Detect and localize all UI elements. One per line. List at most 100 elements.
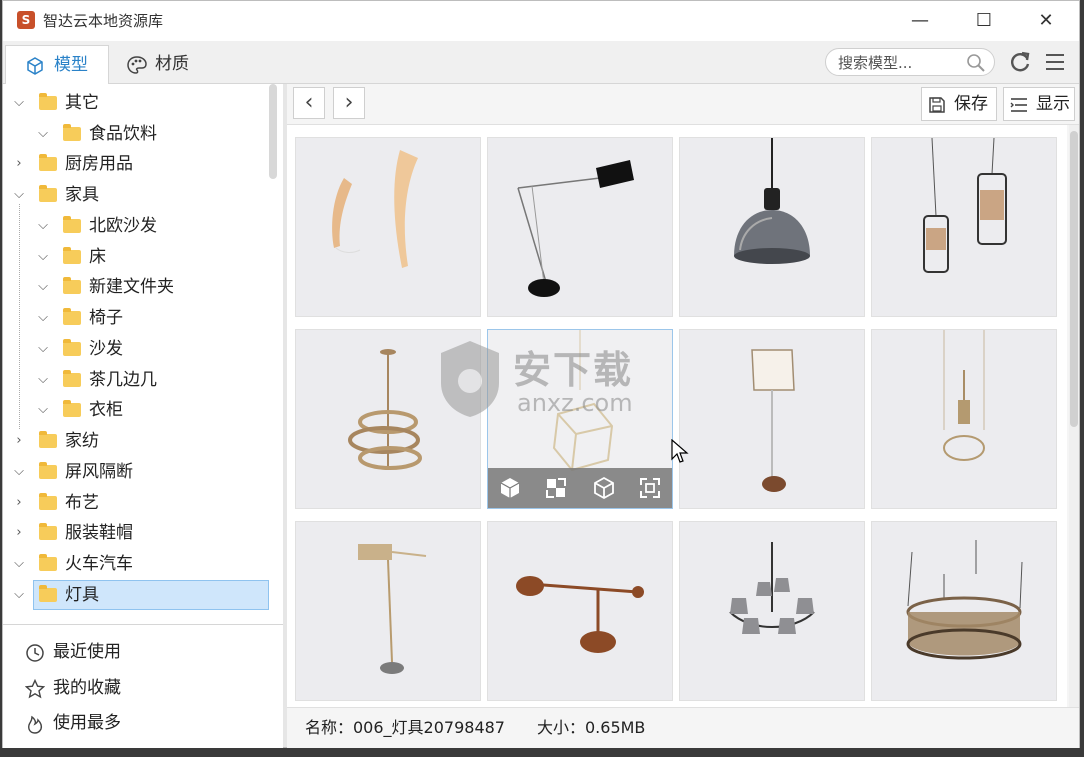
thumbnail-card[interactable] [295,521,481,701]
tree-item-furniture[interactable]: ⌵ 家具 [3,180,269,210]
tree-item-wardrobe[interactable]: ⌵ 衣柜 [3,395,269,425]
chevron-down-icon[interactable]: ⌵ [11,549,27,579]
app-logo-icon: S [17,11,35,29]
search-icon[interactable] [966,53,986,73]
clock-icon [26,644,44,662]
tree-item-label: 食品饮料 [89,124,157,144]
star-icon [25,679,45,699]
thumbnail-card[interactable] [871,137,1057,317]
chevron-right-icon[interactable]: › [11,518,27,548]
tree-item-vehicles[interactable]: ⌵ 火车汽车 [3,549,269,579]
model-thumbnail-drum-pendant [906,540,1023,660]
tree-item-kitchen[interactable]: › 厨房用品 [3,149,269,179]
chevron-down-icon[interactable]: ⌵ [35,395,51,425]
thumbnail-card[interactable] [295,137,481,317]
most-used-label: 使用最多 [53,713,121,733]
model-thumbnail-dome-pendant [734,138,810,264]
status-bar: 名称：006_灯具20798487 大小：0.65MB [287,707,1079,748]
chevron-down-icon[interactable]: ⌵ [35,242,51,272]
minimize-button[interactable]: — [897,5,943,37]
tree-item-label: 家具 [65,185,99,205]
thumbnail-card[interactable] [487,137,673,317]
window-title: 智达云本地资源库 [43,12,164,30]
tab-model[interactable]: 模型 [5,45,109,84]
selected-model-size: 大小：0.65MB [537,718,646,737]
search-input[interactable] [836,52,968,74]
chevron-down-icon[interactable]: ⌵ [11,88,27,118]
close-button[interactable]: ✕ [1023,5,1069,37]
chevron-down-icon[interactable]: ⌵ [11,457,27,487]
chevron-down-icon[interactable]: ⌵ [35,119,51,149]
tree-item-chair[interactable]: ⌵ 椅子 [3,303,269,333]
chevron-right-icon[interactable]: › [11,149,27,179]
tab-material[interactable]: 材质 [115,45,215,83]
tree-item-nordic-sofa[interactable]: ⌵ 北欧沙发 [3,211,269,241]
chevron-down-icon[interactable]: ⌵ [11,180,27,210]
save-button[interactable]: 保存 [921,87,997,121]
watermark-subtitle: anxz.com [517,389,633,417]
list-settings-icon [1010,98,1027,112]
tree-item-lighting[interactable]: ⌵ 灯具 [3,580,269,610]
chevron-down-icon[interactable]: ⌵ [35,365,51,395]
cube-solid-icon[interactable] [498,476,522,500]
folder-icon [63,277,81,294]
menu-icon[interactable] [1043,50,1067,74]
cube-icon [27,57,43,75]
replace-icon[interactable] [544,476,568,500]
tree-item-label: 布艺 [65,493,99,513]
tree-scrollbar[interactable] [269,84,277,179]
quick-links: 最近使用 我的收藏 使用最多 [3,624,283,748]
folder-icon [63,124,81,141]
maximize-button[interactable]: ☐ [961,5,1007,37]
tree-item-sofa[interactable]: ⌵ 沙发 [3,334,269,364]
tree-item-qita[interactable]: ⌵ 其它 [3,88,269,118]
thumbnail-card[interactable] [487,521,673,701]
chevron-down-icon[interactable]: ⌵ [35,334,51,364]
tree-item-tea-table[interactable]: ⌵ 茶几边几 [3,365,269,395]
tree-item-screens[interactable]: ⌵ 屏风隔断 [3,457,269,487]
chevron-right-icon[interactable]: › [11,488,27,518]
model-thumbnail-cord-pendant [943,330,985,461]
palette-icon [127,56,147,74]
chevron-down-icon[interactable]: ⌵ [11,580,27,610]
cube-outline-icon[interactable] [592,476,616,500]
forward-button[interactable]: › [333,87,365,119]
tab-model-label: 模型 [54,55,88,75]
tree-item-bed[interactable]: ⌵ 床 [3,242,269,272]
back-button[interactable]: ‹ [293,87,325,119]
display-button[interactable]: 显示 [1003,87,1075,121]
tree-item-food[interactable]: ⌵ 食品饮料 [3,119,269,149]
fit-icon[interactable] [638,476,662,500]
tree-item-new-folder[interactable]: ⌵ 新建文件夹 [3,272,269,302]
thumbnail-card[interactable] [679,521,865,701]
tree-item-textiles[interactable]: › 家纺 [3,426,269,456]
folder-icon [63,400,81,417]
folder-icon [39,154,57,171]
folder-icon [63,339,81,356]
chevron-right-icon[interactable]: › [11,426,27,456]
title-bar: S 智达云本地资源库 — ☐ ✕ [3,1,1079,41]
refresh-icon[interactable] [1008,50,1032,74]
tree-item-fabric[interactable]: › 布艺 [3,488,269,518]
folder-icon [39,523,57,540]
folder-icon [39,462,57,479]
folder-icon [63,247,81,264]
chevron-down-icon[interactable]: ⌵ [35,303,51,333]
tree-item-label: 灯具 [65,585,99,605]
thumbnail-card[interactable] [679,329,865,509]
folder-icon [63,370,81,387]
chevron-down-icon[interactable]: ⌵ [35,272,51,302]
mouse-cursor-icon [671,439,689,463]
tree-item-apparel[interactable]: › 服装鞋帽 [3,518,269,548]
model-thumbnail-shade-chandelier [729,542,815,634]
model-grid: 安下载 anxz.com [287,125,1067,707]
thumbnail-card[interactable] [679,137,865,317]
display-label: 显示 [1036,94,1070,114]
shield-logo-icon [441,341,499,417]
grid-scrollbar-thumb[interactable] [1070,131,1078,427]
thumbnail-card[interactable] [871,521,1057,701]
fire-icon [28,715,43,734]
folder-icon [39,431,57,448]
chevron-down-icon[interactable]: ⌵ [35,211,51,241]
thumbnail-card[interactable] [871,329,1057,509]
